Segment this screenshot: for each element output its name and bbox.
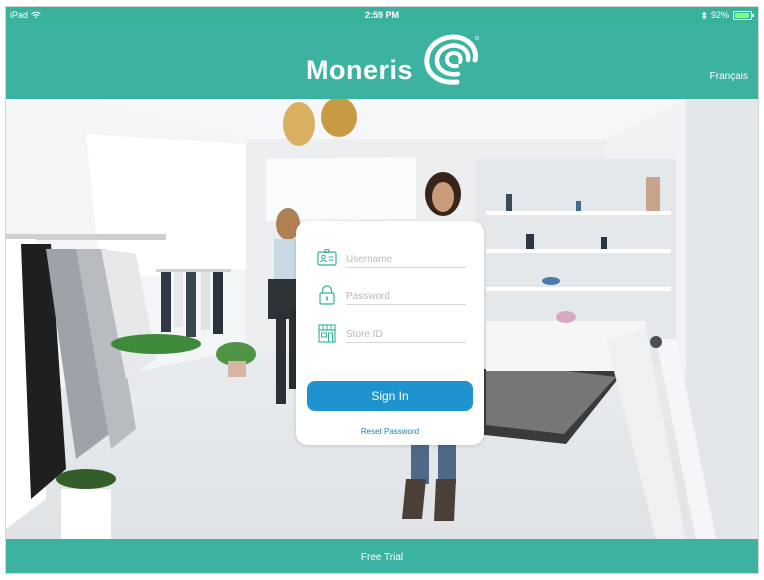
store-id-input[interactable]	[346, 326, 466, 343]
login-card: Sign In Reset Password	[296, 221, 484, 445]
reset-password-link[interactable]: Reset Password	[296, 427, 484, 436]
lock-icon	[319, 285, 335, 305]
logo-text: Moneris	[306, 54, 414, 85]
battery-percent: 92%	[710, 10, 729, 20]
free-trial-button[interactable]: Free Trial	[6, 539, 758, 573]
username-input[interactable]	[346, 251, 466, 268]
language-toggle[interactable]: Français	[710, 71, 748, 82]
moneris-logo: Moneris	[306, 33, 481, 93]
status-bar: iPad 2:59 PM 92%	[6, 7, 758, 23]
store-id-field	[316, 322, 466, 344]
password-input[interactable]	[346, 288, 466, 305]
moneris-logo-icon	[424, 34, 479, 85]
header: Moneris Français	[6, 23, 758, 99]
store-icon	[318, 324, 336, 343]
app-frame: iPad 2:59 PM 92% Moneris Français Userna…	[5, 6, 759, 574]
password-field	[316, 284, 466, 306]
sign-in-button[interactable]: Sign In	[307, 381, 473, 411]
battery-icon	[733, 10, 754, 20]
status-time: 2:59 PM	[364, 10, 399, 20]
username-field	[316, 247, 466, 269]
id-card-icon	[317, 249, 337, 266]
bluetooth-icon	[701, 10, 707, 20]
